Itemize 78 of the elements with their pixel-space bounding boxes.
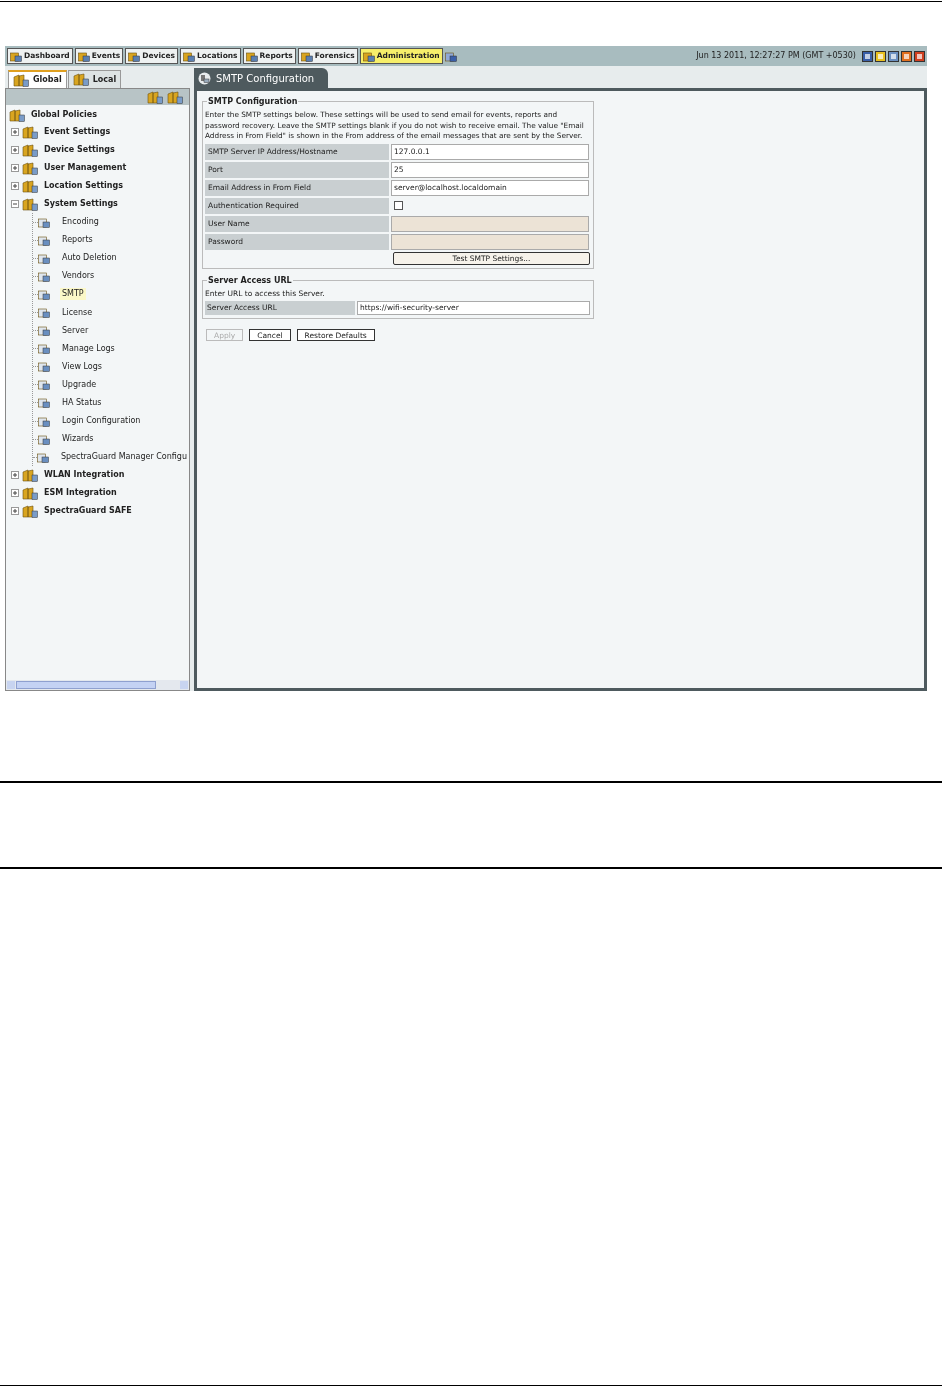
page-icon: [38, 361, 50, 373]
tab-glyph-icon: [183, 50, 196, 62]
tree-item[interactable]: Device Settings: [44, 144, 115, 156]
scope-tab[interactable]: Global: [8, 70, 67, 88]
toolbar-icon[interactable]: [914, 50, 925, 62]
folder-icon: [9, 108, 25, 122]
page-icon: [36, 451, 49, 463]
horizontal-scrollbar[interactable]: [6, 680, 189, 690]
toolbar-icon[interactable]: [901, 50, 912, 62]
page-icon: [38, 307, 50, 318]
tab-glyph-icon: [77, 50, 90, 62]
page-icon: [38, 433, 50, 445]
page-icon: [38, 397, 50, 409]
checkbox[interactable]: [394, 201, 403, 211]
tree-item[interactable]: ESM Integration: [44, 487, 117, 500]
folder-icon: [22, 125, 38, 139]
tree-item[interactable]: System Settings: [44, 198, 118, 210]
tree-item[interactable]: Encoding: [60, 216, 101, 229]
tree-item[interactable]: Global Policies: [31, 109, 97, 121]
folder-icon: [72, 73, 89, 86]
page-icon: [38, 252, 50, 264]
folder-icon: [22, 143, 38, 157]
folder-icon: [22, 179, 38, 193]
tree-item[interactable]: User Management: [44, 162, 127, 174]
tree-item[interactable]: SpectraGuard Manager Configu: [58, 451, 189, 464]
tab-glyph-icon: [245, 50, 258, 62]
expander-icon[interactable]: [11, 507, 19, 516]
folder-icon: [22, 197, 38, 211]
tab-glyph-icon: [362, 50, 375, 62]
tree-item[interactable]: Location Settings: [44, 180, 124, 192]
page-icon: [38, 270, 50, 282]
expander-icon[interactable]: [11, 489, 19, 498]
toolbar-icon[interactable]: [888, 50, 899, 62]
expander-icon[interactable]: [11, 471, 19, 480]
tree-item[interactable]: Wizards: [60, 433, 96, 446]
expander-icon[interactable]: [11, 182, 19, 190]
section-title: SMTP Configuration: [207, 96, 299, 108]
expander-icon[interactable]: [11, 164, 19, 172]
tab-glyph-icon: [300, 50, 313, 62]
tab-glyph-icon: [128, 50, 141, 62]
expander-icon[interactable]: [11, 128, 19, 136]
page-icon: [38, 234, 50, 246]
folder-icon: [22, 486, 38, 500]
tree-item[interactable]: Reports: [60, 234, 95, 247]
folder-icon: [147, 90, 163, 104]
tree-item[interactable]: Server: [60, 324, 91, 337]
page-icon: [38, 415, 50, 427]
datetime: Jun 13 2011, 12:27:27 PM (GMT +0530): [696, 50, 856, 62]
tree-item[interactable]: Event Settings: [44, 126, 111, 138]
folder-icon: [13, 73, 29, 87]
folder-icon: [167, 90, 183, 104]
tree-item[interactable]: Vendors: [60, 270, 97, 283]
tree-item[interactable]: Upgrade: [60, 378, 99, 391]
page-icon: [38, 343, 50, 355]
expander-icon[interactable]: [11, 200, 19, 208]
tab-glyph-icon: [10, 50, 22, 62]
tree-item[interactable]: Auto Deletion: [60, 252, 119, 265]
folder-icon: [22, 161, 38, 175]
tree-item[interactable]: WLAN Integration: [44, 469, 125, 482]
tree-item[interactable]: SMTP: [60, 288, 86, 301]
folder-icon: [22, 468, 38, 482]
tree-item[interactable]: License: [60, 306, 95, 319]
scroll-thumb[interactable]: [16, 681, 156, 689]
tree-item[interactable]: HA Status: [60, 397, 104, 409]
content-tab[interactable]: SMTP Configuration: [194, 68, 329, 88]
tree-item[interactable]: Login Configuration: [60, 415, 143, 428]
toolbar-icon[interactable]: [875, 50, 886, 62]
page-icon: [38, 288, 50, 300]
tree-item[interactable]: Manage Logs: [60, 342, 117, 355]
folder-icon: [22, 504, 38, 518]
page-icon: [38, 325, 50, 337]
scope-tab[interactable]: Local: [67, 70, 122, 88]
tree-item[interactable]: View Logs: [60, 360, 104, 373]
toolbar-icon[interactable]: [862, 50, 873, 62]
tree-item[interactable]: SpectraGuard SAFE: [44, 505, 132, 518]
page-icon: [38, 379, 50, 391]
expander-icon[interactable]: [11, 146, 19, 154]
page-icon: [38, 216, 50, 228]
